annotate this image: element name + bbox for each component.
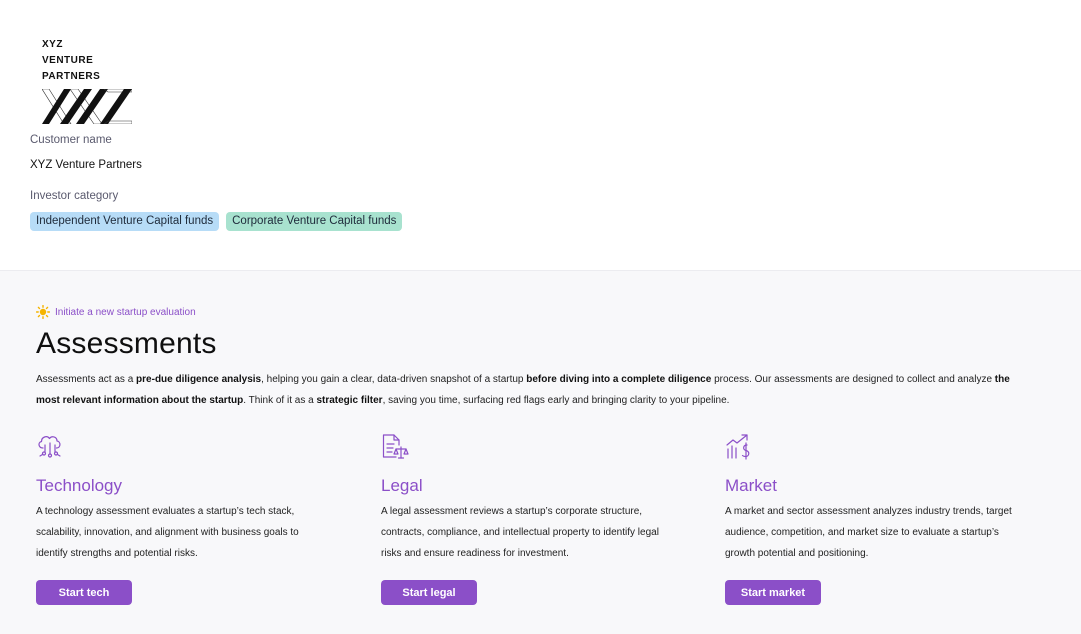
customer-panel: XYZ VENTURE PARTNERS Customer name XYZ V… (0, 0, 1081, 271)
category-tag-corporate-vc: Corporate Venture Capital funds (226, 212, 403, 231)
market-growth-icon (726, 434, 750, 460)
page-title: Assessments (36, 327, 217, 360)
start-tech-button[interactable]: Start tech (36, 580, 132, 605)
logo-line: XYZ (42, 39, 63, 50)
desc-segment: Assessments act as a (36, 374, 137, 385)
category-tag-independent-vc: Independent Venture Capital funds (30, 212, 220, 231)
logo-wordmark: XYZ VENTURE PARTNERS (42, 37, 132, 85)
assessments-description: Assessments act as a pre-due diligence a… (36, 369, 1026, 411)
legal-document-icon (382, 434, 409, 459)
eyebrow: Initiate a new startup evaluation (36, 305, 196, 319)
assessment-card-technology: Technology A technology assessment evalu… (36, 433, 336, 605)
customer-name-label: Customer name (30, 134, 112, 146)
assessments-section: Initiate a new startup evaluation Assess… (0, 271, 1081, 634)
start-legal-button[interactable]: Start legal (381, 580, 477, 605)
investor-category-label: Investor category (30, 190, 119, 202)
logo-line: VENTURE (42, 55, 94, 66)
desc-segment-bold: strategic filter (316, 395, 383, 406)
desc-segment: , helping you gain a clear, data-driven … (261, 374, 527, 385)
card-title-legal: Legal (381, 476, 423, 495)
card-text-legal: A legal assessment reviews a startup’s c… (381, 506, 659, 559)
desc-segment: , saving you time, surfacing red flags e… (382, 395, 730, 406)
card-title-market: Market (725, 476, 777, 495)
start-market-button[interactable]: Start market (725, 580, 821, 605)
desc-segment: . Think of it as a (243, 395, 317, 406)
investor-category-tags: Independent Venture Capital funds Corpor… (30, 212, 403, 231)
customer-name-value: XYZ Venture Partners (30, 159, 142, 171)
logo-line: PARTNERS (42, 71, 101, 82)
assessment-card-market: Market A market and sector assessment an… (725, 433, 1025, 605)
desc-segment-bold: before diving into a complete diligence (526, 374, 712, 385)
desc-segment-bold: pre-due diligence analysis (136, 374, 262, 385)
sun-icon (36, 305, 50, 319)
xyz-logo-mark-icon (42, 89, 132, 124)
eyebrow-text: Initiate a new startup evaluation (55, 306, 196, 318)
cloud-network-icon (38, 436, 61, 458)
card-text-technology: A technology assessment evaluates a star… (36, 506, 299, 559)
card-title-technology: Technology (36, 476, 123, 495)
assessment-card-legal: Legal A legal assessment reviews a start… (381, 433, 681, 605)
card-text-market: A market and sector assessment analyzes … (725, 506, 1012, 559)
desc-segment: process. Our assessments are designed to… (711, 374, 995, 385)
company-logo: XYZ VENTURE PARTNERS (42, 37, 132, 124)
